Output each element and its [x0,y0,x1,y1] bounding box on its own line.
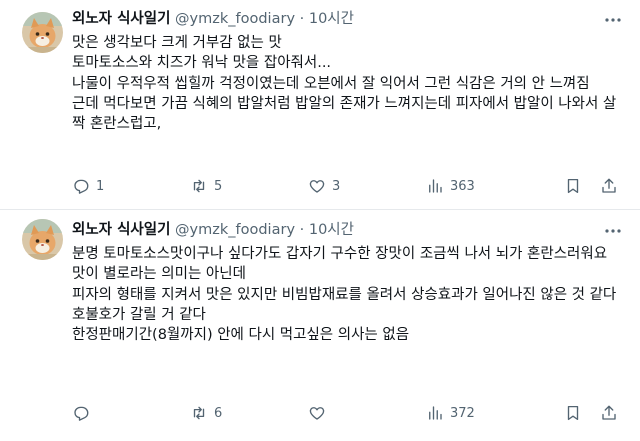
tweet-line: 분명 토마토소스맛이구나 싶다가도 갑자기 구수한 장맛이 조금씩 나서 뇌가 … [72,246,608,262]
retweet-button[interactable]: 5 [190,175,222,197]
reply-icon [74,406,89,421]
bookmark-icon [567,405,579,421]
reply-button[interactable]: 1 [72,175,104,197]
view-count: 363 [450,178,475,194]
bookmark-button[interactable] [564,175,582,197]
retweet-count: 5 [214,178,223,194]
author-name[interactable]: 외노자 식사일기 [72,222,170,238]
share-icon [602,405,616,420]
avatar[interactable] [22,219,63,260]
tweet[interactable]: 외노자 식사일기 @ymzk_foodiary · 10시간 맛은 생각보다 크… [0,0,640,210]
tweet[interactable]: 외노자 식사일기 @ymzk_foodiary · 10시간 분명 토마토소스맛… [0,211,640,441]
retweet-icon [193,179,205,193]
like-button[interactable]: 3 [308,175,340,197]
views-button[interactable]: 363 [426,175,475,197]
retweet-button[interactable]: 6 [190,402,222,424]
views-chart-icon [429,406,442,420]
tweet-line: 피자의 형태를 지켜서 맛은 있지만 비빔밥재료를 올려서 상승효과가 일어나진… [72,286,617,303]
reply-button[interactable] [72,402,96,424]
more-dots-icon [605,229,621,233]
tweet-line: 나물이 우적우적 씹힐까 걱정이였는데 오븐에서 잘 익어서 그런 식감은 거의… [72,75,590,92]
action-bar: 6 372 [72,402,628,424]
separator: · [299,222,305,238]
tweet-line: 근데 먹다보면 가끔 식혜의 밥알처럼 밥알의 존재가 느껴지는데 피자에서 밥… [72,95,617,133]
view-count: 372 [450,405,475,421]
tweet-header: 외노자 식사일기 @ymzk_foodiary · 10시간 [72,220,354,240]
author-handle[interactable]: @ymzk_foodiary [175,222,295,238]
tweet-header: 외노자 식사일기 @ymzk_foodiary · 10시간 [72,9,354,29]
retweet-icon [193,406,205,420]
like-count: 3 [332,178,341,194]
timestamp[interactable]: 10시간 [309,222,354,238]
reply-count: 1 [96,178,105,194]
author-name[interactable]: 외노자 식사일기 [72,11,170,27]
tweet-text: 분명 토마토소스맛이구나 싶다가도 갑자기 구수한 장맛이 조금씩 나서 뇌가 … [72,244,628,345]
tweet-line: 한정판매기간(8월까지) 안에 다시 먹고싶은 의사는 없음 [72,327,410,344]
more-options-button[interactable] [602,10,624,30]
author-handle[interactable]: @ymzk_foodiary [175,11,295,27]
timestamp[interactable]: 10시간 [309,11,354,27]
like-button[interactable] [308,402,332,424]
views-button[interactable]: 372 [426,402,475,424]
share-icon [602,178,616,193]
reply-icon [74,179,89,194]
more-options-button[interactable] [602,221,624,241]
share-button[interactable] [600,175,618,197]
bookmark-icon [567,178,579,194]
views-chart-icon [429,179,442,193]
action-bar: 1 5 3 363 [72,175,628,197]
tweet-line: 토마토소스와 치즈가 워낙 맛을 잡아줘서... [72,55,332,72]
tweet-line: 맛이 별로라는 의미는 아닌데 [72,266,246,283]
heart-icon [309,180,325,193]
bookmark-button[interactable] [564,402,582,424]
tweet-line: 호불호가 갈릴 거 같다 [72,306,206,323]
share-button[interactable] [600,402,618,424]
tweet-text: 맛은 생각보다 크게 거부감 없는 맛 토마토소스와 치즈가 워낙 맛을 잡아줘… [72,33,628,134]
retweet-count: 6 [214,405,223,421]
heart-icon [309,407,325,420]
separator: · [299,11,305,27]
more-dots-icon [605,18,621,22]
avatar[interactable] [22,12,63,53]
tweet-line: 맛은 생각보다 크게 거부감 없는 맛 [72,35,282,51]
